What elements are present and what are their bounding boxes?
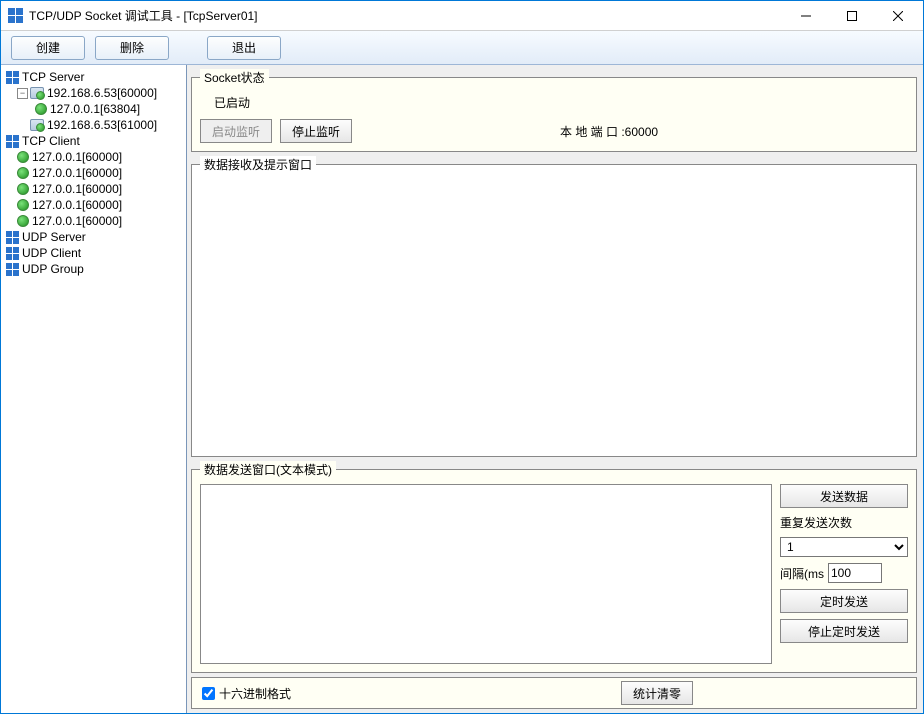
data-send-group: 数据发送窗口(文本模式) 发送数据 重复发送次数 1 间隔(ms 定时发送 停止… [191, 461, 917, 673]
tree-item[interactable]: 127.0.0.1[60000] [3, 213, 184, 229]
status-legend: Socket状态 [200, 69, 269, 86]
client-icon [17, 215, 29, 227]
tree-group-tcp-server[interactable]: TCP Server [3, 69, 184, 85]
hex-checkbox[interactable] [202, 687, 215, 700]
tree-group-udp-client[interactable]: UDP Client [3, 245, 184, 261]
group-icon [5, 230, 19, 244]
tree-item[interactable]: 127.0.0.1[60000] [3, 197, 184, 213]
stop-listen-button[interactable]: 停止监听 [280, 119, 352, 143]
app-icon [7, 8, 23, 24]
interval-label: 间隔(ms [780, 565, 824, 582]
group-icon [5, 134, 19, 148]
toolbar: 创建 删除 退出 [1, 31, 923, 65]
close-button[interactable] [875, 1, 921, 31]
minimize-button[interactable] [783, 1, 829, 31]
send-side-panel: 发送数据 重复发送次数 1 间隔(ms 定时发送 停止定时发送 [780, 484, 908, 664]
tree-group-udp-group[interactable]: UDP Group [3, 261, 184, 277]
window-title: TCP/UDP Socket 调试工具 - [TcpServer01] [29, 7, 783, 24]
tree-label: UDP Client [22, 245, 81, 261]
status-state: 已启动 [214, 94, 908, 111]
tree-label: TCP Client [22, 133, 80, 149]
tree-label: 127.0.0.1[60000] [32, 149, 122, 165]
create-button[interactable]: 创建 [11, 36, 85, 60]
server-icon [30, 87, 44, 99]
tree-group-udp-server[interactable]: UDP Server [3, 229, 184, 245]
tree-item[interactable]: 127.0.0.1[60000] [3, 165, 184, 181]
group-icon [5, 246, 19, 260]
tree-label: 127.0.0.1[60000] [32, 165, 122, 181]
repeat-label: 重复发送次数 [780, 514, 908, 531]
delete-button[interactable]: 删除 [95, 36, 169, 60]
tree-label: UDP Server [22, 229, 86, 245]
tree-label: 192.168.6.53[60000] [47, 85, 157, 101]
send-legend: 数据发送窗口(文本模式) [200, 461, 336, 478]
stats-clear-button[interactable]: 统计清零 [621, 681, 693, 705]
send-textarea[interactable] [200, 484, 772, 664]
tree-item[interactable]: 192.168.6.53[61000] [3, 117, 184, 133]
tree-label: 127.0.0.1[60000] [32, 197, 122, 213]
server-icon [30, 119, 44, 131]
bottom-bar: 十六进制格式 统计清零 [191, 677, 917, 709]
data-recv-group: 数据接收及提示窗口 [191, 156, 917, 457]
send-data-button[interactable]: 发送数据 [780, 484, 908, 508]
tree-label: 127.0.0.1[63804] [50, 101, 140, 117]
tree-item[interactable]: 127.0.0.1[63804] [3, 101, 184, 117]
connection-tree[interactable]: TCP Server − 192.168.6.53[60000] 127.0.0.… [1, 65, 187, 713]
start-listen-button[interactable]: 启动监听 [200, 119, 272, 143]
repeat-select[interactable]: 1 [780, 537, 908, 557]
tree-item[interactable]: 127.0.0.1[60000] [3, 149, 184, 165]
client-icon [17, 199, 29, 211]
recv-textarea[interactable] [200, 179, 908, 448]
group-icon [5, 70, 19, 84]
group-icon [5, 262, 19, 276]
tree-label: TCP Server [22, 69, 84, 85]
tree-label: 192.168.6.53[61000] [47, 117, 157, 133]
client-icon [17, 183, 29, 195]
tree-item[interactable]: 127.0.0.1[60000] [3, 181, 184, 197]
client-icon [17, 151, 29, 163]
maximize-button[interactable] [829, 1, 875, 31]
tree-label: 127.0.0.1[60000] [32, 213, 122, 229]
interval-input[interactable] [828, 563, 882, 583]
local-port-label: 本 地 端 口 :60000 [560, 123, 658, 140]
client-icon [17, 167, 29, 179]
recv-legend: 数据接收及提示窗口 [200, 156, 316, 173]
tree-label: UDP Group [22, 261, 84, 277]
hex-checkbox-label[interactable]: 十六进制格式 [202, 685, 291, 702]
tree-group-tcp-client[interactable]: TCP Client [3, 133, 184, 149]
tree-item[interactable]: − 192.168.6.53[60000] [3, 85, 184, 101]
hex-label: 十六进制格式 [219, 685, 291, 702]
titlebar: TCP/UDP Socket 调试工具 - [TcpServer01] [1, 1, 923, 31]
timed-send-button[interactable]: 定时发送 [780, 589, 908, 613]
tree-label: 127.0.0.1[60000] [32, 181, 122, 197]
stop-timed-send-button[interactable]: 停止定时发送 [780, 619, 908, 643]
exit-button[interactable]: 退出 [207, 36, 281, 60]
socket-status-group: Socket状态 已启动 启动监听 停止监听 本 地 端 口 :60000 [191, 69, 917, 152]
window-controls [783, 1, 921, 31]
right-panel: Socket状态 已启动 启动监听 停止监听 本 地 端 口 :60000 数据… [187, 65, 923, 713]
client-icon [35, 103, 47, 115]
collapse-icon[interactable]: − [17, 88, 28, 99]
